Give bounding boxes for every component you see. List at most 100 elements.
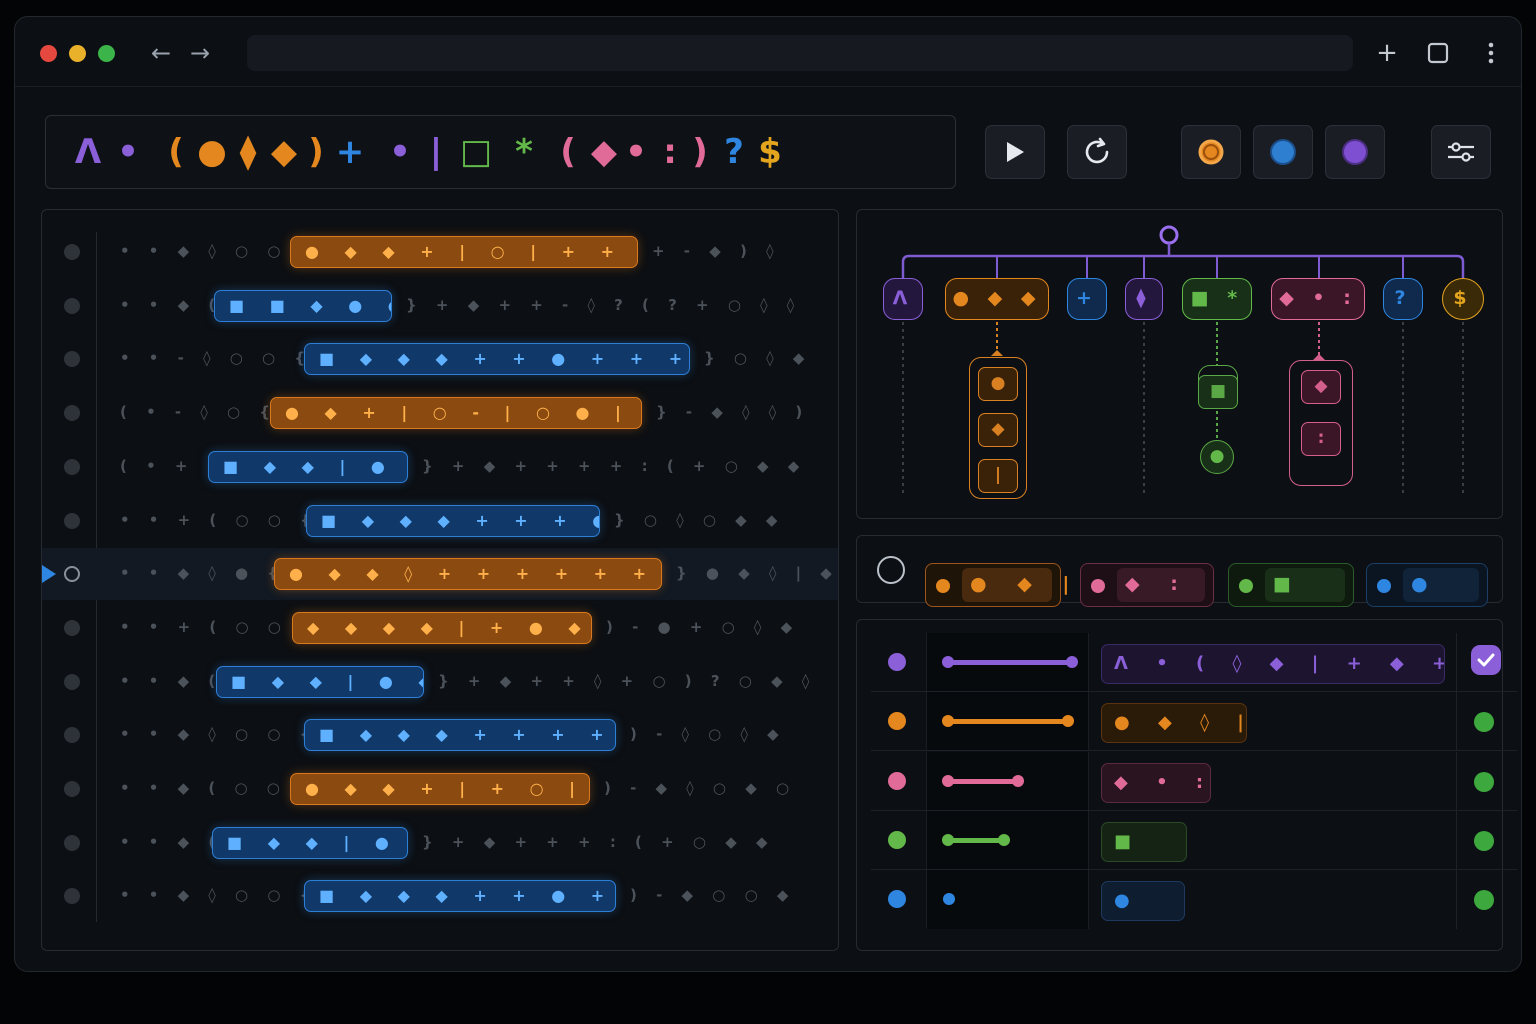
- group-content-text: ●: [1411, 573, 1440, 595]
- match-row[interactable]: • • ◆ ◊ ○ ○ {■ ◆ ◆ ◆ + + ● + + *) - ◆ ○ …: [42, 870, 838, 922]
- match-highlight[interactable]: ■ ◆ ◆ | ● ◆ *: [208, 450, 408, 483]
- swatch-blue-button[interactable]: [1253, 125, 1313, 179]
- line-marker-dot[interactable]: [64, 834, 80, 851]
- maximize-window-button[interactable]: [98, 45, 115, 62]
- line-marker-dot[interactable]: [64, 619, 80, 636]
- tree-node[interactable]: Λ: [883, 278, 923, 320]
- match-prefix-text: • • ◆ (: [120, 832, 223, 851]
- status-ok-dot: [1474, 712, 1494, 733]
- settings-button[interactable]: [1431, 125, 1491, 179]
- match-row[interactable]: • • + ( ○ ○ {◆ ◆ ◆ ◆ | + ● ◆ + *) - ● + …: [42, 602, 838, 654]
- tabs-square-icon[interactable]: [1422, 37, 1454, 72]
- match-table-row[interactable]: Λ • ( ◊ ◆ | + ◆ + ◆ : ) ? ) ): [871, 633, 1517, 692]
- pattern-input[interactable]: Λ •(● ⧫ ◆) + • | □ *(◆ •:)? $: [45, 115, 956, 189]
- match-highlight[interactable]: ■ ◆ ◆ ◆ + + + + + *: [304, 719, 616, 752]
- match-highlight[interactable]: ● ◆ + | ○ - | ○ ● | * ◆ *: [270, 397, 642, 430]
- tree-leaf-chip[interactable]: ■: [1198, 375, 1238, 409]
- capture-group-segment[interactable]: ◆ :: [1080, 563, 1214, 607]
- reload-button[interactable]: [1067, 125, 1127, 179]
- tree-leaf-chip[interactable]: ●: [978, 367, 1018, 401]
- match-table-row[interactable]: ■: [871, 810, 1517, 870]
- match-highlight[interactable]: ■ ◆ ◆ | ● ◆ *: [216, 665, 424, 698]
- line-marker-dot[interactable]: [64, 888, 80, 905]
- match-highlight[interactable]: ■ ◆ ◆ ◆ + + ● + + + + *: [304, 343, 690, 376]
- minimize-window-button[interactable]: [69, 45, 86, 62]
- match-row[interactable]: • • ◆ (■ ■ ◆ ● ● *} + ◆ + + - ◊ ? ( ? + …: [42, 280, 838, 332]
- match-value-box[interactable]: ● ◆ ◊ |: [1101, 703, 1247, 744]
- match-table-row[interactable]: ● ◆ ◊ |: [871, 692, 1517, 752]
- close-window-button[interactable]: [40, 45, 57, 62]
- line-marker-dot[interactable]: [64, 566, 80, 583]
- tree-leaf-chip[interactable]: ◆: [978, 413, 1018, 447]
- line-marker-dot[interactable]: [64, 781, 80, 797]
- match-highlight[interactable]: ◆ ◆ ◆ ◆ | + ● ◆ + *: [292, 611, 592, 644]
- run-button[interactable]: [985, 125, 1045, 179]
- match-row[interactable]: • • + ( ○ ○ {■ ◆ ◆ ◆ + + + ● + *} ○ ◊ ○ …: [42, 495, 838, 547]
- match-highlight[interactable]: ● ◆ ◆ + | + ○ | ○ C C: [290, 773, 590, 805]
- match-highlight[interactable]: ■ ■ ◆ ● ● *: [214, 289, 392, 322]
- match-suffix-text: ) - ◆ ○ ○ ◆: [630, 886, 796, 905]
- match-value-box[interactable]: ◆ • :: [1101, 762, 1211, 803]
- match-row[interactable]: • • ◆ (■ ◆ ◆ | ● ◆ *} + ◆ + + ◊ + ○ ) ? …: [42, 656, 838, 708]
- match-row[interactable]: ( • - ◊ ○ {● ◆ + | ○ - | ○ ● | * ◆ *} - …: [42, 387, 838, 439]
- line-marker-dot[interactable]: [64, 297, 80, 314]
- more-menu-icon[interactable]: [1475, 37, 1507, 73]
- tree-node[interactable]: $: [1442, 278, 1484, 320]
- line-marker-dot[interactable]: [64, 673, 80, 690]
- match-suffix-text: ) - ● + ○ ◊ ◆: [606, 617, 800, 636]
- match-value-box[interactable]: ■: [1101, 821, 1187, 862]
- match-row[interactable]: • • ◆ ( ○ ○ {● ◆ ◆ + | + ○ | ○ C C) - ◆ …: [42, 763, 838, 815]
- tree-node[interactable]: ⧫: [1125, 278, 1163, 320]
- capture-group-segment[interactable]: ●: [1366, 563, 1488, 607]
- row-color-dot: [888, 830, 906, 849]
- match-highlight[interactable]: ■ ◆ ◆ | ● ◆ *: [212, 826, 408, 859]
- match-row[interactable]: • • ◆ ◊ ● {● ◆ ◆ ◊ + + + + + + + *} ● ◆ …: [42, 548, 838, 601]
- match-highlight[interactable]: ● ◆ ◆ + | ○ | + + ◆ *: [290, 236, 638, 268]
- match-value-box[interactable]: Λ • ( ◊ ◆ | + ◆ + ◆ : ) ? ) ): [1101, 644, 1445, 684]
- tree-leaf-chip[interactable]: :: [1301, 422, 1341, 456]
- line-marker-dot[interactable]: [64, 351, 80, 368]
- tree-node[interactable]: +: [1067, 278, 1107, 320]
- match-row[interactable]: • • ◆ (■ ◆ ◆ | ● ◆ *} + ◆ + + + : ( + ○ …: [42, 817, 838, 869]
- tree-node[interactable]: ◆ • :: [1271, 278, 1365, 320]
- pattern-token: □: [459, 132, 493, 172]
- match-value-box[interactable]: ●: [1101, 881, 1185, 922]
- address-bar[interactable]: [247, 35, 1353, 71]
- tree-node[interactable]: ?: [1383, 278, 1423, 320]
- forward-arrow-icon[interactable]: →: [190, 39, 210, 67]
- line-marker-dot[interactable]: [64, 405, 80, 422]
- back-arrow-icon[interactable]: ←: [151, 39, 171, 67]
- reload-icon: [1085, 137, 1109, 164]
- match-row[interactable]: • • - ◊ ○ ○ {■ ◆ ◆ ◆ + + ● + + + + *} ○ …: [42, 333, 838, 385]
- match-highlight[interactable]: ■ ◆ ◆ ◆ + + + ● + *: [306, 504, 600, 537]
- group-toggle-radio[interactable]: [877, 556, 905, 584]
- line-marker-dot[interactable]: [64, 458, 80, 475]
- tree-node[interactable]: ● ◆ ◆: [945, 278, 1049, 320]
- swatch-orange-button[interactable]: [1181, 125, 1241, 179]
- group-color-dot: [1377, 579, 1391, 593]
- pattern-token: ●: [197, 132, 227, 172]
- match-table-row[interactable]: ●: [871, 870, 1517, 930]
- group-content-text: ■: [1273, 573, 1303, 595]
- tree-leaf-chip[interactable]: ◆: [1301, 370, 1341, 404]
- line-marker-dot[interactable]: [64, 727, 80, 744]
- tree-node[interactable]: ■ *: [1182, 278, 1252, 320]
- line-marker-dot[interactable]: [64, 244, 80, 260]
- sliders-icon: [1448, 142, 1474, 162]
- match-row[interactable]: • • ◆ ◊ ○ ○● ◆ ◆ + | ○ | + + ◆ * + - ◆ ) …: [42, 226, 838, 278]
- match-row[interactable]: • • ◆ ◊ ○ ○ {■ ◆ ◆ ◆ + + + + + *) - ◊ ○ …: [42, 709, 838, 761]
- match-row[interactable]: ( • + (■ ◆ ◆ | ● ◆ *} + ◆ + + + + : ( + …: [42, 441, 838, 493]
- tree-leaf-chip[interactable]: ●: [1200, 440, 1234, 474]
- swatch-purple-button[interactable]: [1325, 125, 1385, 179]
- capture-group-segment[interactable]: ■: [1228, 563, 1354, 607]
- capture-group-segment[interactable]: ● ◆ |: [925, 563, 1069, 607]
- match-table-row[interactable]: ◆ • :: [871, 751, 1517, 811]
- line-marker-dot[interactable]: [64, 512, 80, 529]
- selected-check-icon[interactable]: [1471, 645, 1501, 675]
- tree-leaf-chip[interactable]: |: [978, 459, 1018, 493]
- status-ok-dot: [1474, 771, 1494, 792]
- match-highlight[interactable]: ■ ◆ ◆ ◆ + + ● + + *: [304, 880, 616, 913]
- match-highlight[interactable]: ● ◆ ◆ ◊ + + + + + + + *: [274, 558, 662, 591]
- play-icon: [1007, 142, 1024, 162]
- new-tab-plus-icon[interactable]: +: [1371, 37, 1403, 69]
